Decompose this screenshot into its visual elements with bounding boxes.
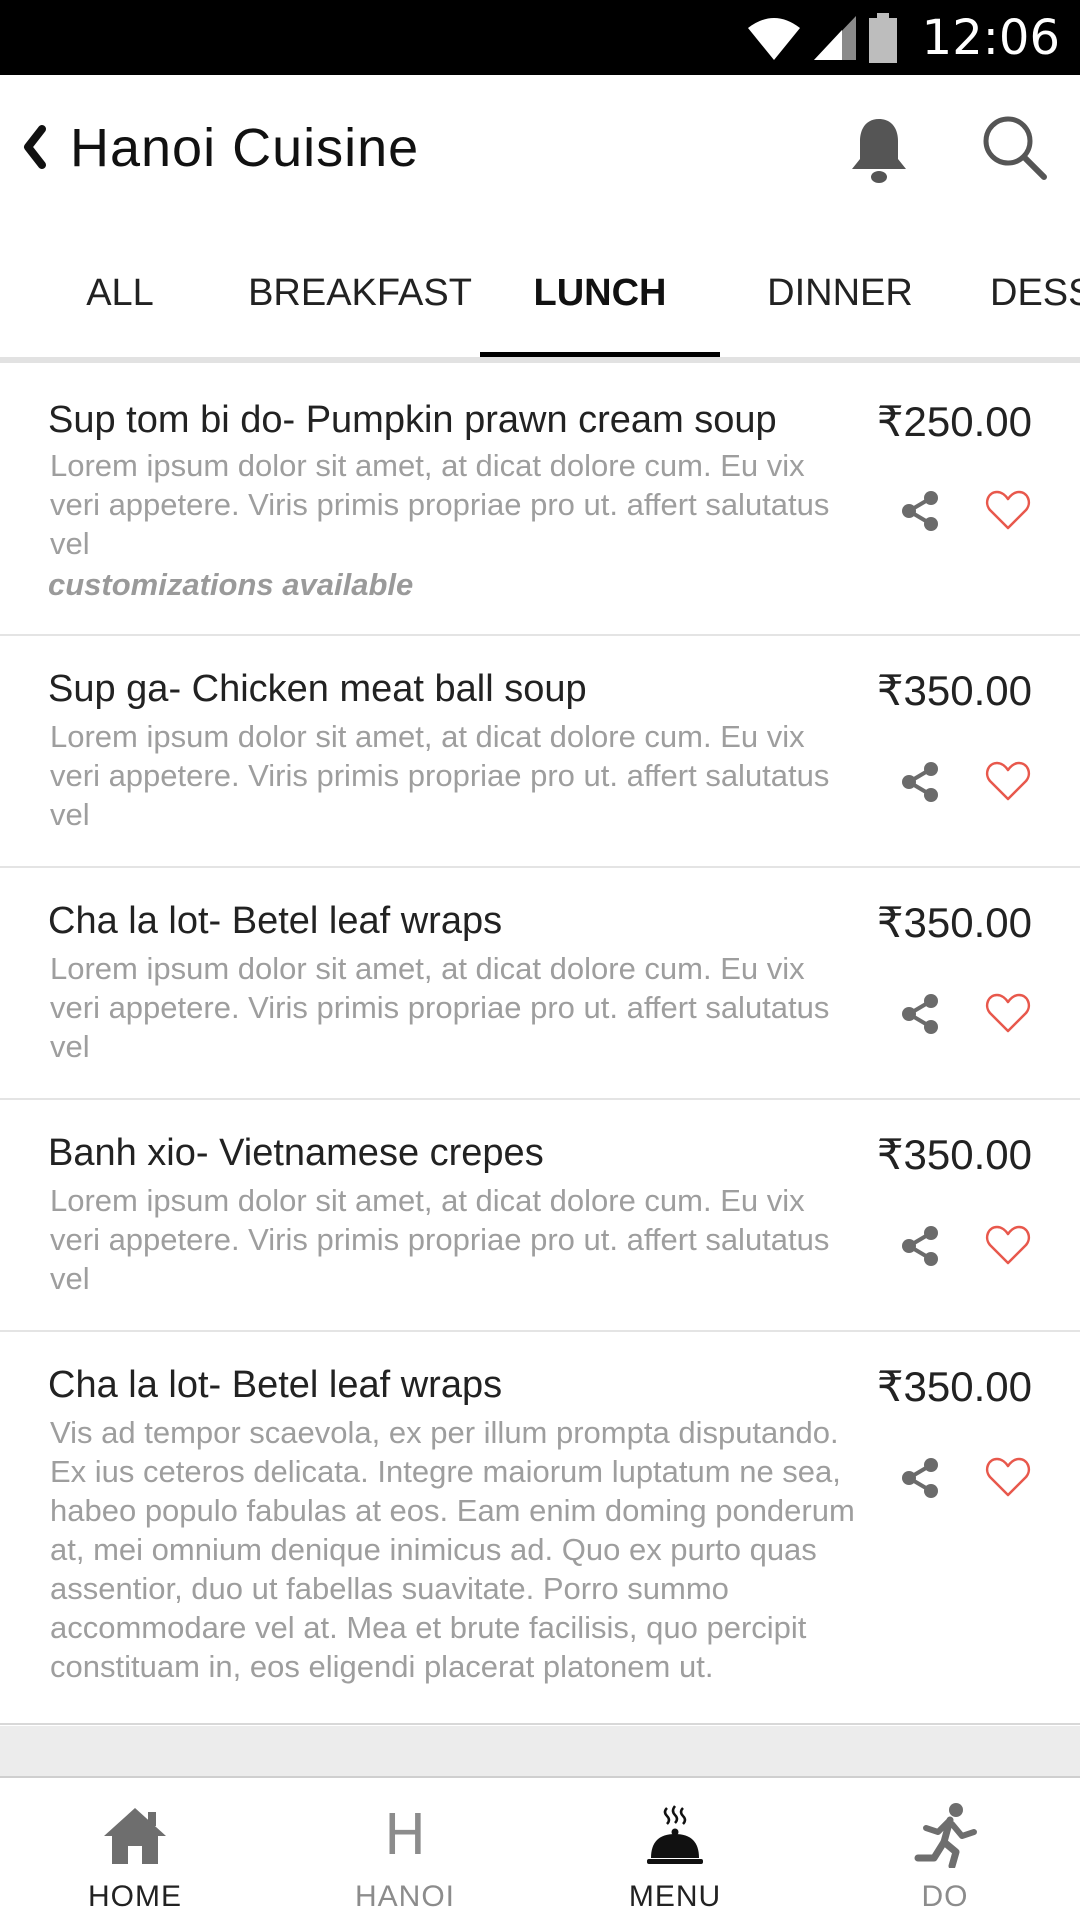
tab-dinner[interactable]: DINNER: [720, 223, 960, 363]
status-time: 12:06: [921, 9, 1060, 66]
item-description: Lorem ipsum dolor sit amet, at dicat dol…: [50, 1183, 830, 1296]
item-price: ₹250.00: [876, 398, 1032, 445]
back-arrow-icon[interactable]: [18, 119, 50, 175]
cloche-icon: [640, 1800, 710, 1870]
item-description: Lorem ipsum dolor sit amet, at dicat dol…: [50, 719, 830, 832]
bottom-navigation: HOME H HANOI MENU DO: [0, 1776, 1080, 1920]
item-name: Cha la lot- Betel leaf wraps: [48, 900, 503, 942]
tab-lunch[interactable]: LUNCH: [480, 223, 720, 363]
favorite-heart-icon[interactable]: [985, 1224, 1031, 1266]
item-price: ₹350.00: [876, 1363, 1032, 1410]
nav-label: DO: [921, 1880, 969, 1913]
cell-signal-icon: [813, 15, 856, 60]
item-price: ₹350.00: [876, 899, 1032, 946]
battery-icon: [868, 12, 897, 63]
tab-desserts[interactable]: DESS: [960, 223, 1080, 363]
nav-label: MENU: [628, 1880, 722, 1913]
app-bar: Hanoi Cuisine: [0, 75, 1080, 223]
item-description: Lorem ipsum dolor sit amet, at dicat dol…: [50, 951, 830, 1064]
running-person-icon: [910, 1800, 980, 1870]
hanoi-h-icon: H: [383, 1802, 427, 1868]
tab-breakfast[interactable]: BREAKFAST: [240, 223, 480, 363]
menu-item[interactable]: Banh xio- Vietnamese crepes ₹350.00 Lore…: [0, 1100, 1080, 1332]
item-description: Lorem ipsum dolor sit amet, at dicat dol…: [50, 448, 830, 561]
share-icon[interactable]: [898, 992, 942, 1036]
page-title: Hanoi Cuisine: [70, 118, 420, 178]
nav-item-hanoi[interactable]: H HANOI: [270, 1778, 540, 1920]
wifi-icon: [747, 17, 800, 60]
item-description: Vis ad tempor scaevola, ex per illum pro…: [50, 1415, 855, 1684]
share-icon[interactable]: [898, 489, 942, 533]
menu-item[interactable]: Cha la lot- Betel leaf wraps ₹350.00 Lor…: [0, 868, 1080, 1100]
item-price: ₹350.00: [876, 667, 1032, 714]
favorite-heart-icon[interactable]: [985, 489, 1031, 531]
list-footer-spacer: [0, 1726, 1080, 1776]
item-price: ₹350.00: [876, 1131, 1032, 1178]
share-icon[interactable]: [898, 1224, 942, 1268]
item-name: Sup ga- Chicken meat ball soup: [48, 668, 587, 710]
category-tabs: ALL BREAKFAST LUNCH DINNER DESS: [0, 223, 1080, 363]
favorite-heart-icon[interactable]: [985, 760, 1031, 802]
nav-item-do[interactable]: DO: [810, 1778, 1080, 1920]
nav-label: HANOI: [354, 1880, 455, 1913]
notification-bell-icon[interactable]: [848, 115, 910, 187]
item-name: Cha la lot- Betel leaf wraps: [48, 1364, 503, 1406]
menu-item[interactable]: Cha la lot- Betel leaf wraps ₹350.00 Vis…: [0, 1332, 1080, 1725]
tab-all[interactable]: ALL: [0, 223, 240, 363]
status-bar: 12:06: [0, 0, 1080, 75]
menu-list: Sup tom bi do- Pumpkin prawn cream soup …: [0, 363, 1080, 1725]
status-icons: 12:06: [746, 0, 1060, 75]
nav-item-menu[interactable]: MENU: [540, 1778, 810, 1920]
nav-label: HOME: [88, 1880, 182, 1913]
nav-item-home[interactable]: HOME: [0, 1778, 270, 1920]
share-icon[interactable]: [898, 1456, 942, 1500]
item-name: Sup tom bi do- Pumpkin prawn cream soup: [48, 399, 777, 441]
share-icon[interactable]: [898, 760, 942, 804]
favorite-heart-icon[interactable]: [985, 1456, 1031, 1498]
menu-item[interactable]: Sup tom bi do- Pumpkin prawn cream soup …: [0, 363, 1080, 636]
menu-item[interactable]: Sup ga- Chicken meat ball soup ₹350.00 L…: [0, 636, 1080, 868]
favorite-heart-icon[interactable]: [985, 992, 1031, 1034]
home-icon: [100, 1800, 170, 1870]
customizations-note: customizations available: [48, 567, 414, 602]
item-name: Banh xio- Vietnamese crepes: [48, 1132, 544, 1174]
search-icon[interactable]: [978, 113, 1048, 183]
